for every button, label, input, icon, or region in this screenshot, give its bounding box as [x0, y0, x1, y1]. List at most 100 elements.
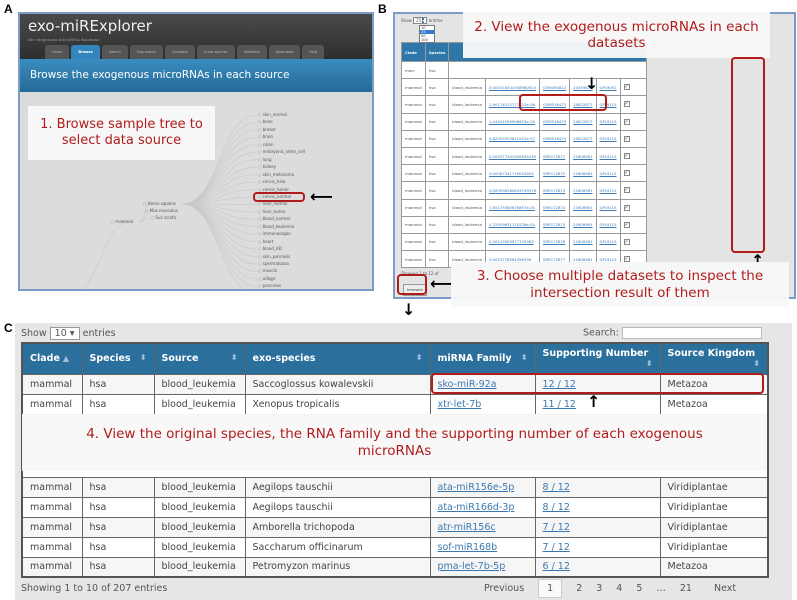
tree-node[interactable]: Mus musculus [145, 208, 178, 213]
supporting-number-link[interactable]: 11 / 12 [543, 399, 576, 410]
mirna-family-link[interactable]: xtr-let-7b [438, 399, 482, 410]
supporting-number-link[interactable]: 8 / 12 [543, 502, 570, 513]
nav-tab-expression[interactable]: Expression [129, 45, 163, 59]
tree-node[interactable]: blood_normal [258, 216, 290, 221]
nav-tab-download[interactable]: Download [268, 45, 301, 59]
tree-node[interactable]: heart [258, 239, 274, 244]
page-size-select[interactable]: 10 ▾ [49, 327, 80, 340]
tree-node[interactable]: brain [258, 134, 273, 139]
sample-link[interactable]: SRR172871 [543, 154, 565, 159]
nav-tab-cross-species[interactable]: Cross-species [196, 45, 235, 59]
page-button[interactable]: 1 [538, 579, 563, 598]
tree-node[interactable]: colon [258, 142, 274, 147]
value-link[interactable]: 0.0023778584396396 [489, 257, 531, 262]
sample-link[interactable]: SRR172876 [543, 239, 565, 244]
tree-node[interactable]: liver_normal [258, 201, 288, 206]
dataset-checkbox[interactable]: ✓ [623, 221, 630, 228]
sample-link[interactable]: GSM518474 [543, 136, 566, 141]
mirna-family-link[interactable]: atr-miR156c [438, 522, 496, 533]
platform-link[interactable]: GPL9115 [600, 171, 617, 176]
mirna-family-link[interactable]: ata-miR156e-5p [438, 482, 515, 493]
pubmed-link[interactable]: 21606961 [573, 239, 592, 244]
dataset-checkbox[interactable]: ✓ [623, 84, 630, 91]
tree-node[interactable]: cervix_tumor [258, 187, 289, 192]
value-link[interactable]: 0.000938380843749576 [489, 188, 536, 193]
sample-link[interactable]: SRR172877 [543, 257, 565, 262]
platform-link[interactable]: GPL9115 [600, 257, 617, 262]
tree-node[interactable]: immuneorgan [258, 231, 291, 236]
page-button[interactable]: 3 [596, 583, 602, 594]
pubmed-link[interactable]: 21606961 [573, 222, 592, 227]
tree-node[interactable]: orbgyr [258, 276, 276, 281]
dataset-checkbox[interactable]: ✓ [623, 118, 630, 125]
pubmed-link[interactable]: 21606961 [573, 257, 592, 262]
dataset-checkbox[interactable]: ✓ [623, 153, 630, 160]
mirna-family-link[interactable]: ata-miR166d-3p [438, 502, 515, 513]
sample-link[interactable]: SRR172874 [543, 205, 565, 210]
page-size-option[interactable]: 100 [420, 38, 434, 42]
value-link[interactable]: 0.000318344348980924 [489, 85, 536, 90]
value-link[interactable]: 0.00087341719052824 [489, 171, 534, 176]
sample-link[interactable]: SRR172875 [543, 222, 565, 227]
previous-button[interactable]: Previous [484, 583, 524, 594]
nav-tab-search[interactable]: Search [101, 45, 128, 59]
search-input[interactable] [621, 327, 762, 339]
tree-node[interactable]: embryonic_stem_cell [258, 149, 305, 154]
mirna-family-link[interactable]: pma-let-7b-5p [438, 561, 506, 572]
dataset-checkbox[interactable]: ✓ [623, 204, 630, 211]
value-link[interactable]: 0.000377441956595249 [489, 154, 536, 159]
pubmed-link[interactable]: 21606961 [573, 154, 592, 159]
platform-link[interactable]: GPL9115 [600, 119, 617, 124]
tree-node[interactable]: mammal [111, 219, 133, 224]
sample-link[interactable]: GSM518473 [543, 119, 566, 124]
supporting-number-link[interactable]: 7 / 12 [543, 522, 570, 533]
tree-node[interactable]: lung [258, 157, 272, 162]
platform-link[interactable]: GPL9115 [600, 188, 617, 193]
tree-node[interactable]: breast [258, 127, 276, 132]
dataset-checkbox[interactable]: ✓ [623, 238, 630, 245]
tree-node[interactable]: Homo sapiens [143, 201, 176, 206]
dataset-checkbox[interactable]: ✓ [623, 170, 630, 177]
dataset-checkbox[interactable]: ✓ [623, 101, 630, 108]
tree-node[interactable]: kidney [258, 164, 276, 169]
page-button[interactable]: 2 [576, 583, 582, 594]
tree-node[interactable]: Sus scrofa [151, 215, 176, 220]
page-button[interactable]: 5 [636, 583, 642, 594]
pubmed-link[interactable]: 21606961 [573, 171, 592, 176]
nav-tab-help[interactable]: Help [302, 45, 325, 59]
tree-node[interactable]: skin_psoriasis [258, 254, 291, 259]
col-clade[interactable]: Clade ▲ [21, 342, 83, 375]
col-source[interactable]: Source ⬍ [153, 342, 246, 375]
value-link[interactable]: 1.44451599996603e-05 [489, 119, 535, 124]
supporting-number-link[interactable]: 8 / 12 [543, 482, 570, 493]
tree-node[interactable]: bone [258, 119, 273, 124]
nav-tab-compare[interactable]: Compare [164, 45, 195, 59]
col-source-kingdom[interactable]: Source Kingdom ⬍ [659, 342, 769, 375]
tree-node[interactable]: spermatozoa [258, 261, 289, 266]
col-species[interactable]: Species [424, 42, 450, 62]
col-species[interactable]: Species ⬍ [81, 342, 155, 375]
col-clade[interactable]: Clade [401, 42, 426, 62]
value-link[interactable]: 0.00147609977745983 [489, 239, 534, 244]
tree-node[interactable]: muscle [258, 268, 277, 273]
col-supporting-number[interactable]: Supporting Number ⬍ [534, 342, 661, 375]
nav-tab-browse[interactable]: Browse [71, 45, 100, 59]
platform-link[interactable]: GPL9115 [600, 239, 617, 244]
tree-node[interactable]: skin_melanoma [258, 172, 294, 177]
pubmed-link[interactable]: 20622877 [573, 119, 592, 124]
platform-link[interactable]: GPL9115 [600, 222, 617, 227]
supporting-number-link[interactable]: 7 / 12 [543, 542, 570, 553]
supporting-number-link[interactable]: 6 / 12 [543, 561, 570, 572]
platform-link[interactable]: GPL9115 [600, 205, 617, 210]
dataset-checkbox[interactable]: ✓ [623, 135, 630, 142]
platform-link[interactable]: GPL9115 [600, 136, 617, 141]
dataset-checkbox[interactable]: ✓ [623, 187, 630, 194]
pubmed-link[interactable]: 21606961 [573, 188, 592, 193]
page-button[interactable]: 21 [680, 583, 692, 594]
page-size-select[interactable]: 25 ▾ [413, 17, 428, 24]
tree-node[interactable]: blood_leukemia [258, 224, 294, 229]
tree-node[interactable]: liver_tumor [258, 209, 286, 214]
next-button[interactable]: Next [714, 583, 736, 594]
tree-node[interactable]: skin_normal [258, 112, 287, 117]
col-mirna-family[interactable]: miRNA Family ⬍ [429, 342, 536, 375]
